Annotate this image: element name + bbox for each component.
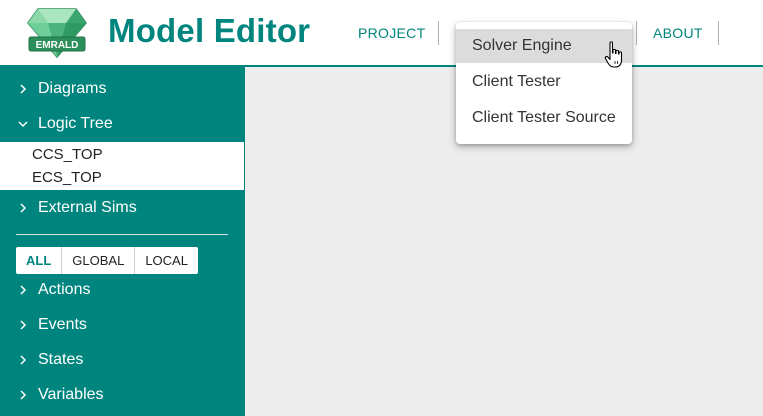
filter-global-button[interactable]: GLOBAL [62,247,136,274]
logic-tree-list: CCS_TOP ECS_TOP [0,142,244,190]
list-item[interactable]: CCS_TOP [32,146,103,163]
emerald-logo-icon[interactable]: EMRALD [24,3,90,61]
nav-separator [636,21,637,45]
sidebar-item-actions[interactable]: Actions [0,273,245,307]
filter-all-button[interactable]: ALL [16,247,63,274]
menu-item-client-tester[interactable]: Client Tester [456,65,632,99]
sidebar-item-label: Diagrams [38,80,107,97]
hand-pointer-icon [604,41,623,68]
svg-text:EMRALD: EMRALD [36,40,79,51]
sidebar-item-label: States [38,351,84,368]
sidebar-item-label: Variables [38,386,104,403]
nav-project[interactable]: PROJECT [358,25,425,41]
sidebar-item-variables[interactable]: Variables [0,378,245,412]
chevron-right-icon [20,355,27,365]
menu-item-client-tester-source[interactable]: Client Tester Source [456,101,632,135]
nav-separator [438,21,439,45]
nav-about[interactable]: ABOUT [653,25,703,41]
scope-filter-group: ALL GLOBAL LOCAL [16,247,198,274]
list-item[interactable]: ECS_TOP [32,169,102,186]
sidebar-item-external-sims[interactable]: External Sims [0,191,245,225]
sidebar-item-events[interactable]: Events [0,308,245,342]
app-title: Model Editor [108,12,311,49]
app-window: EMRALD Model Editor PROJECT ABOUT Diagra… [0,0,763,416]
app-header: EMRALD Model Editor PROJECT ABOUT [0,0,763,65]
chevron-down-icon [18,121,28,128]
menu-item-label: Client Tester [472,73,561,90]
menu-item-label: Solver Engine [472,37,572,54]
sidebar-item-label: External Sims [38,199,137,216]
sidebar-item-label: Actions [38,281,91,298]
sidebar-item-logic-tree[interactable]: Logic Tree [0,107,245,141]
chevron-right-icon [20,285,27,295]
sidebar-item-label: Logic Tree [38,115,113,132]
chevron-right-icon [20,84,27,94]
chevron-right-icon [20,320,27,330]
chevron-right-icon [20,390,27,400]
sidebar-item-diagrams[interactable]: Diagrams [0,72,245,106]
sidebar-item-states[interactable]: States [0,343,245,377]
sidebar-item-label: Events [38,316,87,333]
menu-item-label: Client Tester Source [472,109,616,126]
filter-local-button[interactable]: LOCAL [135,247,198,274]
chevron-right-icon [20,203,27,213]
sidebar: Diagrams Logic Tree CCS_TOP ECS_TOP Exte… [0,67,245,416]
nav-separator [718,21,719,45]
sidebar-divider [16,234,228,235]
